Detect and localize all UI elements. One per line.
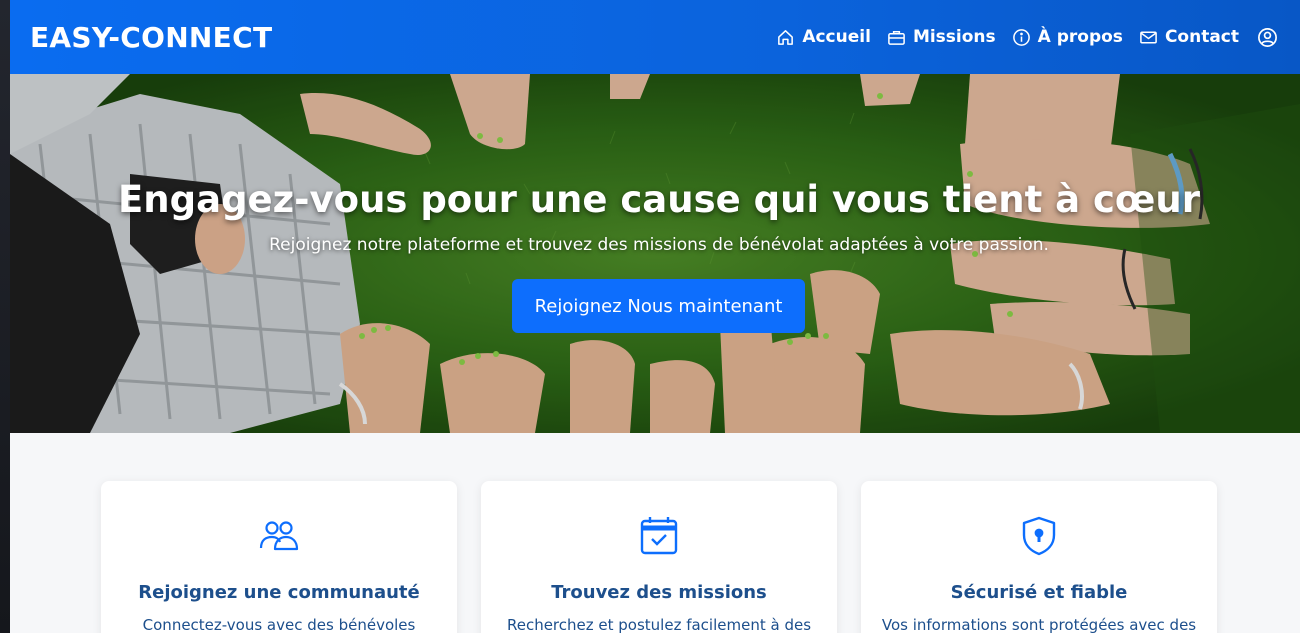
feature-text: Vos informations sont protégées avec des — [881, 616, 1197, 633]
join-now-button[interactable]: Rejoignez Nous maintenant — [512, 279, 805, 333]
features-section: Rejoignez une communauté Connectez-vous … — [10, 433, 1300, 633]
nav-link-accueil[interactable]: Accueil — [776, 27, 871, 47]
home-icon — [778, 29, 794, 45]
calendar-check-icon — [640, 517, 678, 555]
nav-link-apropos[interactable]: À propos — [1012, 27, 1123, 47]
info-icon — [1012, 28, 1030, 46]
hero-title: Engagez-vous pour une cause qui vous tie… — [118, 178, 1200, 221]
hero-subtitle: Rejoignez notre plateforme et trouvez de… — [269, 235, 1049, 255]
nav-link-label: Accueil — [802, 27, 871, 47]
envelope-icon — [1140, 31, 1157, 43]
shield-lock-icon — [1022, 516, 1056, 556]
briefcase-icon — [888, 30, 905, 45]
nav-link-label: Contact — [1164, 27, 1239, 47]
nav-links: Accueil Missions À propos Contact — [776, 27, 1278, 48]
window-left-edge — [0, 0, 10, 633]
user-circle-icon — [1258, 27, 1277, 47]
hero-banner: Engagez-vous pour une cause qui vous tie… — [10, 74, 1300, 433]
feature-text: Recherchez et postulez facilement à des — [506, 616, 812, 633]
people-icon — [259, 521, 299, 551]
nav-link-contact[interactable]: Contact — [1139, 27, 1239, 47]
feature-card-community: Rejoignez une communauté Connectez-vous … — [101, 481, 457, 633]
feature-text: Connectez-vous avec des bénévoles — [142, 616, 416, 633]
brand-logo[interactable]: EASY-CONNECT — [30, 21, 272, 54]
top-navbar: EASY-CONNECT Accueil Missions À propos C… — [10, 0, 1300, 74]
feature-card-missions: Trouvez des missions Recherchez et postu… — [481, 481, 837, 633]
nav-link-label: À propos — [1037, 27, 1123, 47]
user-account-button[interactable] — [1257, 27, 1278, 48]
feature-title: Rejoignez une communauté — [138, 582, 420, 603]
nav-link-missions[interactable]: Missions — [887, 27, 996, 47]
feature-card-secure: Sécurisé et fiable Vos informations sont… — [861, 481, 1217, 633]
feature-title: Trouvez des missions — [551, 582, 767, 603]
feature-title: Sécurisé et fiable — [950, 582, 1128, 603]
nav-link-label: Missions — [912, 27, 996, 47]
